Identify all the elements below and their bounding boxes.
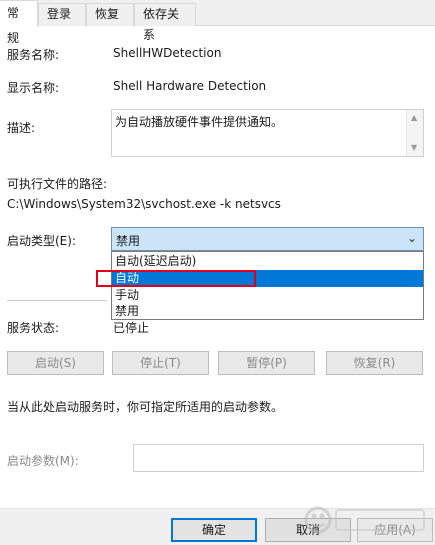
scroll-down-icon[interactable]: ▼ xyxy=(411,144,417,152)
chevron-down-icon[interactable]: ⌄ xyxy=(407,231,417,245)
stop-button[interactable]: 停止(T) xyxy=(112,351,209,375)
service-name-label: 服务名称: xyxy=(7,48,60,62)
dropdown-option-manual[interactable]: 手动 xyxy=(112,287,423,304)
service-status-value: 已停止 xyxy=(113,321,150,335)
display-name-value: Shell Hardware Detection xyxy=(113,79,267,93)
startup-type-label: 启动类型(E): xyxy=(7,234,76,248)
description-text: 为自动播放硬件事件提供通知。 xyxy=(115,115,284,129)
scroll-up-icon[interactable]: ▲ xyxy=(411,114,417,122)
path-label: 可执行文件的路径: xyxy=(7,177,108,191)
tab-logon[interactable]: 登录 xyxy=(38,3,86,26)
params-hint: 当从此处启动服务时，你可指定所适用的启动参数。 xyxy=(7,400,284,414)
service-properties-dialog: 常规 登录 恢复 依存关系 服务名称: ShellHWDetection 显示名… xyxy=(0,0,435,545)
pause-button[interactable]: 暂停(P) xyxy=(218,351,315,375)
tab-bar: 常规 登录 恢复 依存关系 xyxy=(0,0,435,45)
service-status-label: 服务状态: xyxy=(7,321,60,335)
tab-general[interactable]: 常规 xyxy=(0,0,38,45)
display-name-label: 显示名称: xyxy=(7,81,60,95)
resume-button[interactable]: 恢复(R) xyxy=(326,351,423,375)
tab-recovery[interactable]: 恢复 xyxy=(86,3,134,26)
description-scrollbar[interactable]: ▲ ▼ xyxy=(406,110,423,156)
dropdown-option-auto-delayed[interactable]: 自动(延迟启动) xyxy=(112,253,423,270)
tab-dependencies[interactable]: 依存关系 xyxy=(134,3,196,42)
start-button[interactable]: 启动(S) xyxy=(7,351,104,375)
start-params-label: 启动参数(M): xyxy=(7,454,79,468)
ok-button[interactable]: 确定 xyxy=(171,518,257,542)
start-params-input[interactable] xyxy=(133,444,424,472)
highlight-annotation-box xyxy=(96,270,256,287)
startup-type-combobox[interactable]: 禁用 ⌄ xyxy=(111,227,424,251)
description-label: 描述: xyxy=(7,121,36,135)
service-name-value: ShellHWDetection xyxy=(113,46,222,60)
watermark-logo-icon xyxy=(304,506,425,534)
path-value: C:\Windows\System32\svchost.exe -k netsv… xyxy=(7,197,281,211)
description-textbox[interactable]: 为自动播放硬件事件提供通知。 ▲ ▼ xyxy=(111,109,424,157)
dropdown-option-disabled[interactable]: 禁用 xyxy=(112,303,423,320)
separator xyxy=(7,300,107,301)
startup-type-selected: 禁用 xyxy=(116,234,141,248)
